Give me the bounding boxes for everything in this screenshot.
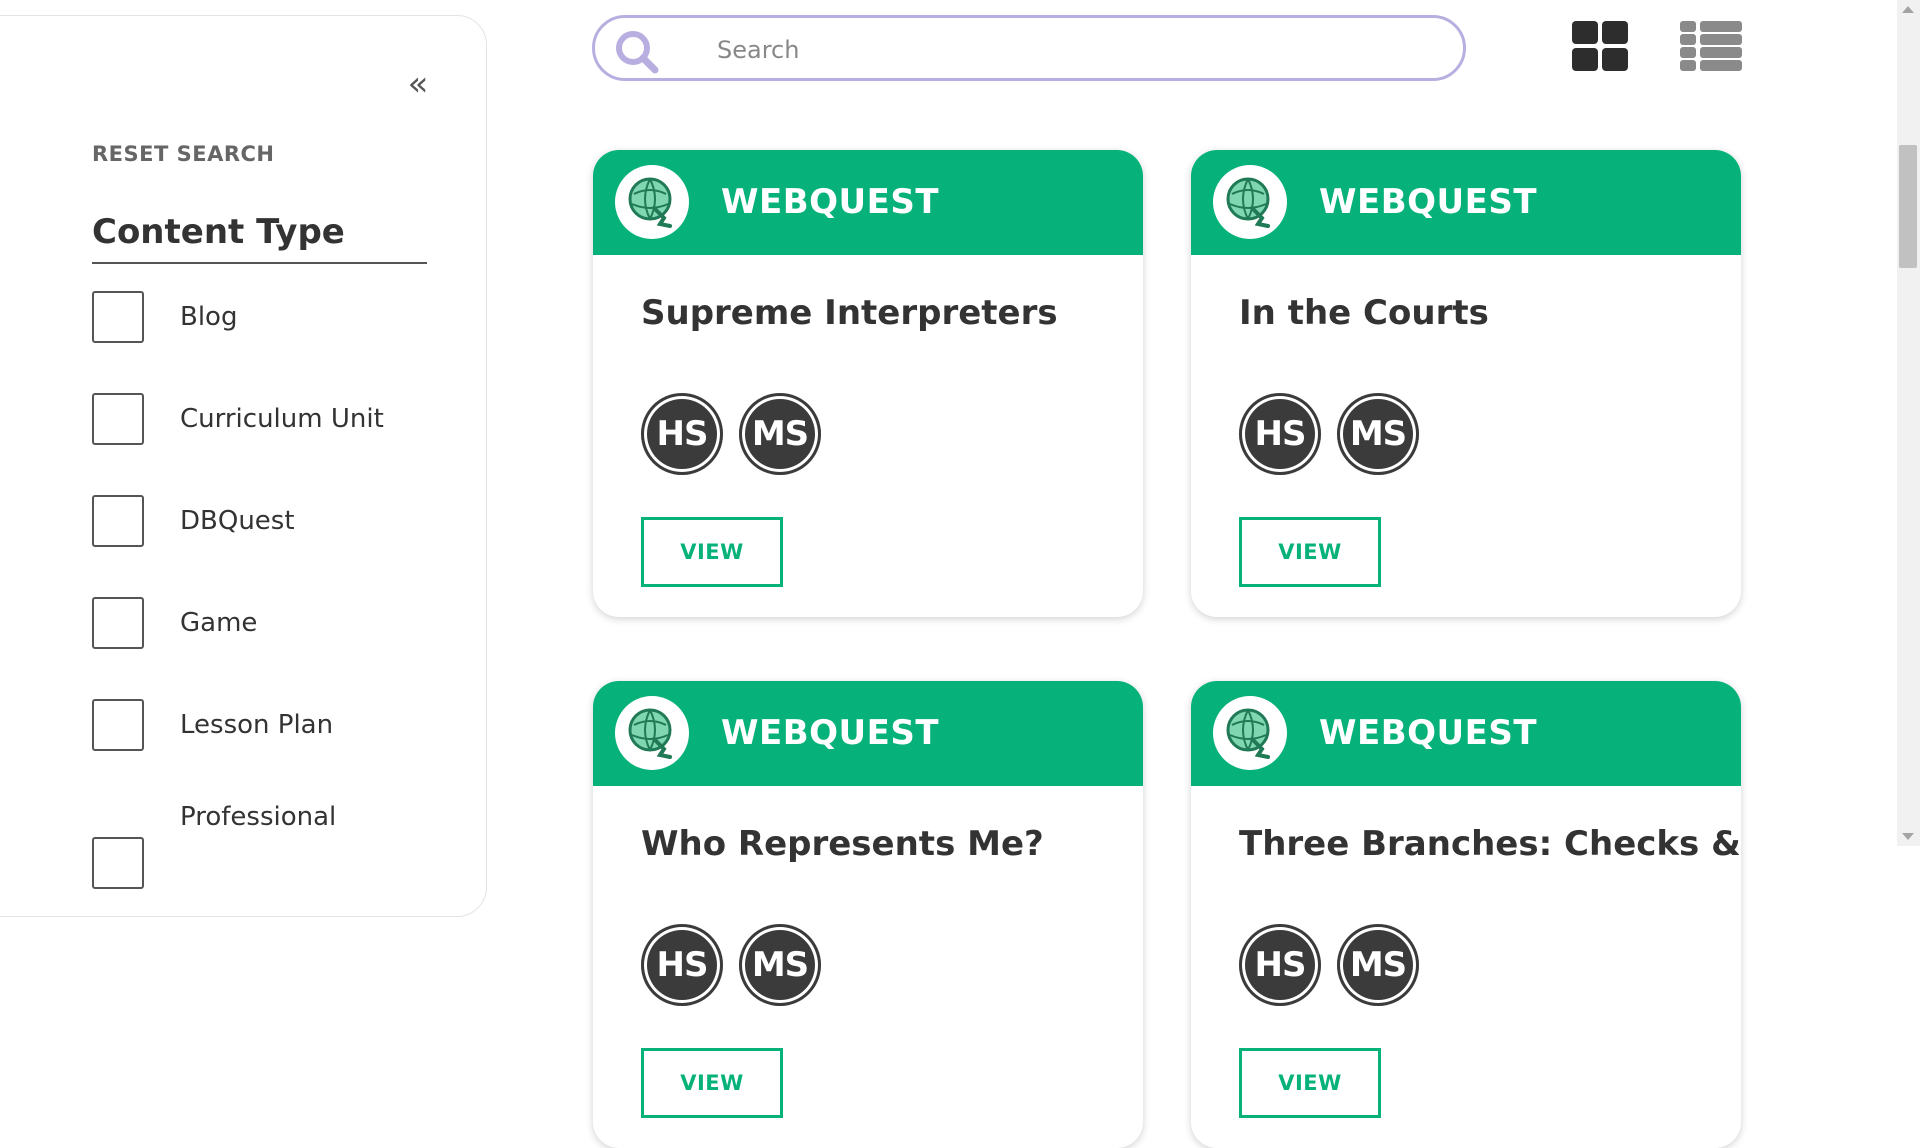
- grade-badge-hs: HS: [641, 393, 723, 475]
- card-type-label: WEBQUEST: [721, 713, 940, 753]
- checkbox[interactable]: [92, 837, 144, 889]
- grade-badges: HS MS: [1239, 393, 1741, 475]
- card-header: WEBQUEST: [1191, 681, 1741, 786]
- search-icon: [616, 31, 659, 74]
- scroll-down-icon[interactable]: [1902, 833, 1914, 840]
- card-type-label: WEBQUEST: [1319, 182, 1538, 222]
- checkbox[interactable]: [92, 393, 144, 445]
- view-button[interactable]: VIEW: [1239, 1048, 1381, 1118]
- resource-card: WEBQUEST In the Courts HS MS VIEW: [1191, 150, 1741, 617]
- webquest-globe-icon: [1213, 696, 1287, 770]
- grade-badge-hs: HS: [641, 924, 723, 1006]
- grid-view-icon[interactable]: [1572, 21, 1628, 71]
- card-title[interactable]: Who Represents Me?: [641, 824, 1143, 864]
- filter-sidebar: « RESET SEARCH Content Type Blog Curricu…: [0, 15, 487, 917]
- checkbox[interactable]: [92, 699, 144, 751]
- grade-badge-ms: MS: [739, 924, 821, 1006]
- collapse-sidebar-icon[interactable]: «: [403, 67, 433, 101]
- grade-badge-ms: MS: [739, 393, 821, 475]
- webquest-globe-icon: [1213, 165, 1287, 239]
- filter-item-blog[interactable]: Blog: [92, 290, 237, 344]
- card-title[interactable]: Three Branches: Checks &: [1239, 824, 1741, 864]
- filter-label: Curriculum Unit: [180, 404, 384, 434]
- resource-card: WEBQUEST Three Branches: Checks & HS MS …: [1191, 681, 1741, 1148]
- scroll-up-icon[interactable]: [1902, 6, 1914, 13]
- card-title[interactable]: Supreme Interpreters: [641, 293, 1143, 333]
- resource-card: WEBQUEST Supreme Interpreters HS MS VIEW: [593, 150, 1143, 617]
- card-title[interactable]: In the Courts: [1239, 293, 1741, 333]
- grade-badge-ms: MS: [1337, 924, 1419, 1006]
- filter-label: Lesson Plan: [180, 710, 334, 740]
- card-header: WEBQUEST: [593, 150, 1143, 255]
- view-button[interactable]: VIEW: [641, 517, 783, 587]
- scrollbar-thumb[interactable]: [1899, 145, 1917, 268]
- webquest-globe-icon: [615, 696, 689, 770]
- card-header: WEBQUEST: [593, 681, 1143, 786]
- list-view-icon[interactable]: [1680, 21, 1742, 71]
- checkbox[interactable]: [92, 495, 144, 547]
- reset-search-link[interactable]: RESET SEARCH: [92, 142, 275, 166]
- grade-badge-ms: MS: [1337, 393, 1419, 475]
- webquest-globe-icon: [615, 165, 689, 239]
- card-header: WEBQUEST: [1191, 150, 1741, 255]
- filter-label: Game: [180, 608, 258, 638]
- filter-label: Blog: [180, 302, 238, 332]
- page-scrollbar[interactable]: [1897, 0, 1920, 846]
- checkbox[interactable]: [92, 291, 144, 343]
- grade-badges: HS MS: [641, 393, 1143, 475]
- view-button[interactable]: VIEW: [641, 1048, 783, 1118]
- search-input[interactable]: [715, 32, 1419, 68]
- filter-label: Professional: [180, 802, 337, 832]
- resource-card: WEBQUEST Who Represents Me? HS MS VIEW: [593, 681, 1143, 1148]
- filter-label: DBQuest: [180, 506, 295, 536]
- filter-item-dbquest[interactable]: DBQuest: [92, 494, 295, 548]
- search-bar: [592, 15, 1466, 81]
- grade-badges: HS MS: [641, 924, 1143, 1006]
- filter-item-lesson-plan[interactable]: Lesson Plan: [92, 698, 333, 752]
- card-type-label: WEBQUEST: [1319, 713, 1538, 753]
- view-button[interactable]: VIEW: [1239, 517, 1381, 587]
- card-type-label: WEBQUEST: [721, 182, 940, 222]
- content-type-heading: Content Type: [92, 212, 427, 264]
- grade-badges: HS MS: [1239, 924, 1741, 1006]
- grade-badge-hs: HS: [1239, 924, 1321, 1006]
- grade-badge-hs: HS: [1239, 393, 1321, 475]
- checkbox[interactable]: [92, 597, 144, 649]
- filter-item-game[interactable]: Game: [92, 596, 257, 650]
- filter-item-curriculum-unit[interactable]: Curriculum Unit: [92, 392, 384, 446]
